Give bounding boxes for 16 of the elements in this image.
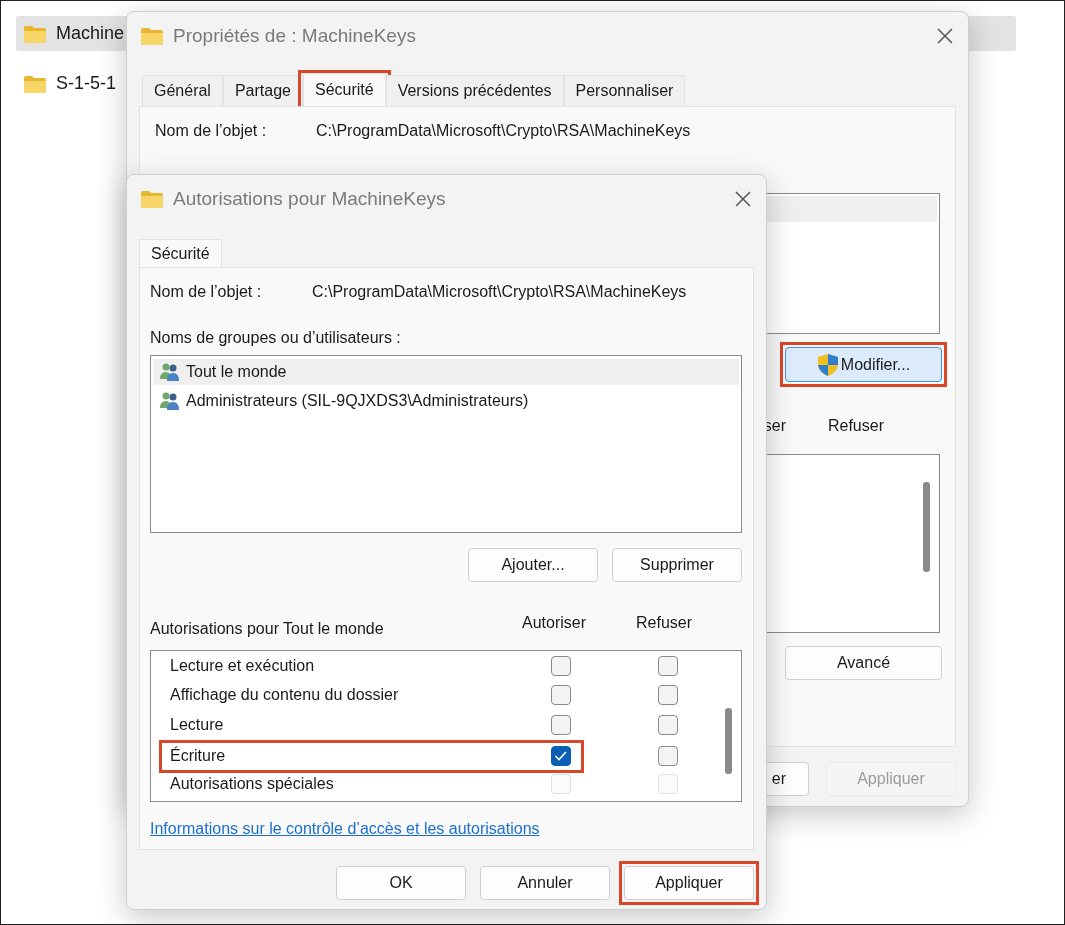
object-path: C:\ProgramData\Microsoft\Crypto\RSA\MachineKeys: [316, 121, 691, 141]
window-title: Propriétés de : MachineKeys: [173, 25, 417, 47]
object-name-label: Nom de l’objet :: [155, 121, 268, 141]
object-name-label: Nom de l’objet :: [150, 282, 263, 302]
permission-name: Écriture: [170, 746, 227, 766]
groups-label: Noms de groupes ou d’utilisateurs :: [150, 328, 402, 348]
permission-name: Affichage du contenu du dossier: [170, 685, 400, 706]
column-header: Refuser: [827, 416, 884, 436]
object-path: C:\ProgramData\Microsoft\Crypto\RSA\MachineKeys: [312, 282, 687, 302]
permissions-label: Autorisations pour Tout le monde: [150, 619, 385, 639]
window-title: Autorisations pour MachineKeys: [173, 188, 447, 210]
permission-name: Autorisations spéciales: [170, 773, 335, 794]
permission-name: Lecture: [170, 714, 225, 735]
column-header: Refuser: [636, 613, 694, 633]
permission-name: Lecture et exécution: [170, 655, 316, 676]
column-header: Autoriser: [522, 613, 588, 633]
